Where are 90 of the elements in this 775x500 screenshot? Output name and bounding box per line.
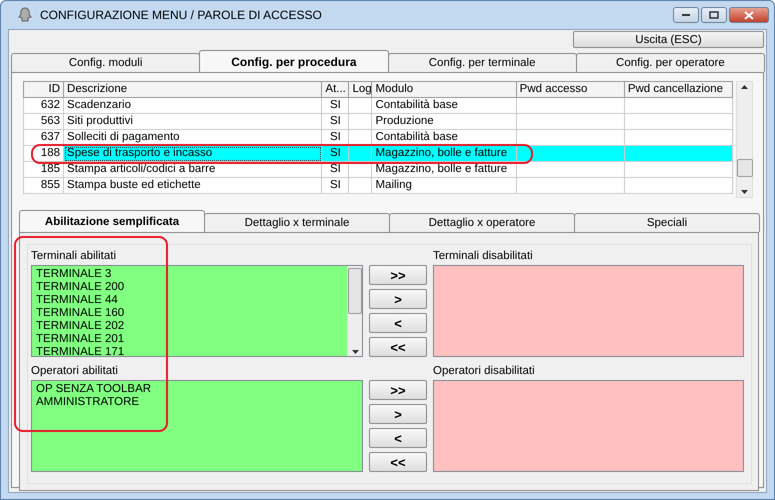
scrollbar[interactable] xyxy=(347,266,362,356)
close-icon xyxy=(744,10,754,20)
table-cell[interactable]: Magazzino, bolle e fatture xyxy=(372,146,516,162)
tab[interactable]: Dettaglio x terminale xyxy=(204,213,390,232)
table-cell[interactable] xyxy=(624,162,732,178)
table-cell[interactable]: SI xyxy=(322,114,349,130)
table-cell[interactable] xyxy=(516,114,624,130)
window-title: CONFIGURAZIONE MENU / PAROLE DI ACCESSO xyxy=(40,8,322,22)
list-label: Operatori abilitati xyxy=(31,364,119,378)
table-cell[interactable]: Spese di trasporto e incasso xyxy=(64,146,322,162)
column-header[interactable]: Pwd accesso xyxy=(516,82,624,98)
column-header[interactable]: At... xyxy=(322,82,349,98)
table-cell[interactable] xyxy=(516,178,624,193)
table-cell[interactable] xyxy=(516,146,624,162)
scroll-down-icon[interactable] xyxy=(741,190,748,194)
table-cell[interactable]: 188 xyxy=(24,146,64,162)
list-label: Operatori disabilitati xyxy=(433,364,536,378)
tab[interactable]: Config. per operatore xyxy=(576,53,765,72)
list-item[interactable]: TERMINALE 201 xyxy=(36,333,343,346)
app-icon xyxy=(18,7,32,23)
table-cell[interactable]: SI xyxy=(322,98,349,114)
move-button[interactable]: > xyxy=(369,289,427,309)
scroll-thumb[interactable] xyxy=(736,158,752,176)
tab[interactable]: Abilitazione semplificata xyxy=(19,210,205,232)
table-cell[interactable] xyxy=(516,162,624,178)
maximize-icon xyxy=(709,11,719,19)
list-box[interactable] xyxy=(433,380,744,472)
list-box[interactable]: TERMINALE 3 TERMINALE 200 TERMINALE 44 TERMINALE 160 TERMINALE 202 TERMINALE 201 TERMINALE 171 xyxy=(31,265,363,357)
list-item[interactable]: TERMINALE 200 xyxy=(36,281,343,294)
table-cell[interactable] xyxy=(624,114,732,130)
maximize-button[interactable] xyxy=(701,7,727,23)
table-cell[interactable] xyxy=(624,98,732,114)
table-cell[interactable]: Produzione xyxy=(372,114,516,130)
table-cell[interactable]: 185 xyxy=(24,162,64,178)
table-cell[interactable] xyxy=(348,114,372,130)
list-item[interactable]: TERMINALE 160 xyxy=(36,307,343,320)
list-label: Terminali disabilitati xyxy=(433,249,534,263)
scroll-up-icon[interactable] xyxy=(741,85,748,89)
tab[interactable]: Config. moduli xyxy=(11,53,200,72)
list-box[interactable] xyxy=(433,265,744,357)
table-cell[interactable]: Scadenzario xyxy=(64,98,322,114)
table-cell[interactable] xyxy=(348,162,372,178)
list-item[interactable]: OP SENZA TOOLBAR xyxy=(36,383,358,396)
column-header[interactable]: Descrizione xyxy=(64,82,322,98)
list-box[interactable]: OP SENZA TOOLBAR AMMINISTRATORE xyxy=(31,380,363,472)
table-cell[interactable] xyxy=(348,178,372,193)
tab[interactable]: Dettaglio x operatore xyxy=(389,213,575,232)
table-cell[interactable]: 855 xyxy=(24,178,64,193)
list-item[interactable]: TERMINALE 44 xyxy=(36,294,343,307)
list-item[interactable]: TERMINALE 171 xyxy=(36,346,343,359)
list-item[interactable]: AMMINISTRATORE xyxy=(36,396,358,409)
table-cell[interactable] xyxy=(624,146,732,162)
column-header[interactable]: ID xyxy=(24,82,64,98)
table-cell[interactable] xyxy=(624,178,732,193)
table-cell[interactable]: SI xyxy=(322,146,349,162)
column-header[interactable]: Pwd cancellazione xyxy=(624,82,732,98)
move-button[interactable]: << xyxy=(369,452,427,472)
column-header[interactable]: Modulo xyxy=(372,82,516,98)
table-cell[interactable] xyxy=(516,98,624,114)
table-cell[interactable]: SI xyxy=(322,178,349,193)
table-cell[interactable]: 632 xyxy=(24,98,64,114)
list-item[interactable]: TERMINALE 202 xyxy=(36,320,343,333)
column-header[interactable]: Log xyxy=(348,82,372,98)
exit-button[interactable]: Uscita (ESC) xyxy=(573,31,764,48)
minimize-button[interactable] xyxy=(673,7,699,23)
scrollbar[interactable] xyxy=(736,81,753,198)
move-button[interactable]: >> xyxy=(369,380,427,400)
scroll-down-icon[interactable] xyxy=(352,350,358,354)
table-cell[interactable]: Siti produttivi xyxy=(64,114,322,130)
tab[interactable]: Speciali xyxy=(574,213,760,232)
move-button[interactable]: > xyxy=(369,404,427,424)
list-item[interactable]: TERMINALE 3 xyxy=(36,268,343,281)
table-cell[interactable]: Magazzino, bolle e fatture xyxy=(372,162,516,178)
tab[interactable]: Config. per procedura xyxy=(199,50,388,72)
move-button[interactable]: << xyxy=(369,337,427,357)
table-cell[interactable]: Stampa buste ed etichette xyxy=(64,178,322,193)
table-cell[interactable]: 563 xyxy=(24,114,64,130)
table-cell[interactable]: SI xyxy=(322,162,349,178)
list-label: Terminali abilitati xyxy=(31,249,118,263)
move-button[interactable]: >> xyxy=(369,265,427,285)
table-cell[interactable] xyxy=(348,98,372,114)
move-button[interactable]: < xyxy=(369,428,427,448)
move-button[interactable]: < xyxy=(369,313,427,333)
table-cell[interactable]: Contabilità base xyxy=(372,98,516,114)
scroll-thumb[interactable] xyxy=(348,268,362,314)
table-cell[interactable] xyxy=(348,146,372,162)
table-cell[interactable]: Stampa articoli/codici a barre xyxy=(64,162,322,178)
table-cell[interactable]: Mailing xyxy=(372,178,516,193)
minimize-icon xyxy=(681,13,691,17)
close-button[interactable] xyxy=(729,7,769,23)
